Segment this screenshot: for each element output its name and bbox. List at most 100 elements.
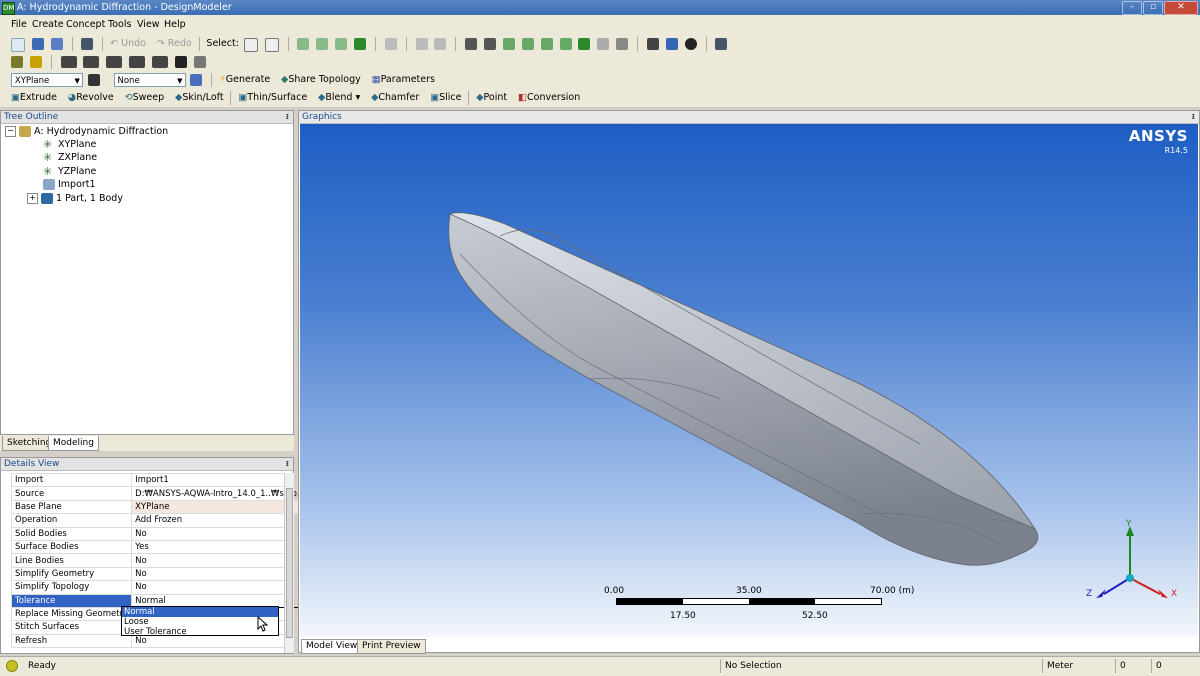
extend-selection-icon[interactable] xyxy=(384,38,397,50)
details-row[interactable]: Simplify Geometry No xyxy=(10,566,316,582)
point-display-icon[interactable] xyxy=(684,38,697,50)
save-as-icon[interactable] xyxy=(50,38,63,50)
details-row[interactable]: Base Plane XYPlane xyxy=(10,499,316,515)
tree-item-xyplane[interactable]: ✳ XYPlane xyxy=(43,138,96,151)
help-cursor-icon[interactable] xyxy=(715,38,728,50)
parameters-button[interactable]: ▦Parameters xyxy=(372,73,435,87)
zoom-icon[interactable] xyxy=(502,38,515,50)
point-button[interactable]: ◆Point xyxy=(476,91,507,105)
details-row-label: Refresh xyxy=(10,633,133,649)
select-pointer-icon[interactable] xyxy=(243,38,258,52)
zoom-out-icon[interactable] xyxy=(597,38,610,50)
select-face-icon[interactable] xyxy=(335,38,348,50)
menu-create[interactable]: Create xyxy=(29,15,67,35)
share-topology-button[interactable]: ◆Share Topology xyxy=(281,73,361,87)
minimize-button[interactable]: – xyxy=(1122,1,1142,15)
pan-icon[interactable] xyxy=(484,38,497,50)
camera-icon[interactable] xyxy=(81,38,94,50)
details-row[interactable]: Surface Bodies Yes xyxy=(10,539,316,555)
face-filter-icon[interactable] xyxy=(10,56,23,68)
graphics-viewport[interactable]: ANSYS R14.5 0.00 35.00 70.00 (m) 17.50 5… xyxy=(300,124,1198,637)
slice-button[interactable]: ▣Slice xyxy=(430,91,461,105)
plane-select[interactable]: XYPlane ▼ xyxy=(10,73,83,87)
conversion-button[interactable]: ◧Conversion xyxy=(518,91,580,105)
details-row-label: Import xyxy=(10,472,133,488)
tree-item-import1[interactable]: Import1 xyxy=(43,178,96,191)
pin-icon[interactable]: ᵻ xyxy=(286,111,289,124)
dropdown-option-user-tolerance[interactable]: User Tolerance xyxy=(122,627,278,637)
tree-item-yzplane[interactable]: ✳ YZPlane xyxy=(43,165,96,178)
tree-item-parts[interactable]: + 1 Part, 1 Body xyxy=(27,192,123,205)
thin-surface-button[interactable]: ▣Thin/Surface xyxy=(238,91,307,105)
zoom-box-icon[interactable] xyxy=(521,38,534,50)
tab-model-view[interactable]: Model View xyxy=(301,639,363,654)
pin-icon[interactable]: ᵻ xyxy=(286,458,289,471)
triad-icon[interactable] xyxy=(646,38,659,50)
expand-icon[interactable]: + xyxy=(27,193,38,204)
pin-tool-icon[interactable] xyxy=(174,56,187,68)
tab-print-preview[interactable]: Print Preview xyxy=(357,639,426,654)
close-button[interactable]: ✕ xyxy=(1164,1,1198,15)
curve-tool-icon[interactable] xyxy=(106,56,123,68)
magnifier-icon[interactable] xyxy=(559,38,572,50)
spline-tool-icon[interactable] xyxy=(152,56,168,68)
generate-button[interactable]: ⚡Generate xyxy=(219,73,270,87)
chamfer-label: Chamfer xyxy=(378,92,420,103)
arc-tool-icon[interactable] xyxy=(129,56,146,68)
scrollbar-thumb[interactable] xyxy=(286,488,293,638)
details-row[interactable]: Operation Add Frozen xyxy=(10,513,316,528)
new-plane-icon[interactable] xyxy=(87,74,100,86)
select-edge-icon[interactable] xyxy=(316,38,329,50)
skinloft-button[interactable]: ◆Skin/Loft xyxy=(175,91,224,105)
edge-filter-icon[interactable] xyxy=(29,56,42,68)
select-label: Select: xyxy=(206,38,239,49)
zoom-fit-icon[interactable] xyxy=(540,38,553,50)
ship-hull-model[interactable] xyxy=(300,124,1198,637)
redo-button[interactable]: ↷ Redo xyxy=(157,37,192,51)
undo-button[interactable]: ↶ Undo xyxy=(110,37,146,51)
new-sketch-icon[interactable] xyxy=(190,74,203,86)
dropdown-option-normal[interactable]: Normal xyxy=(122,607,278,617)
chamfer-button[interactable]: ◆Chamfer xyxy=(371,91,419,105)
tree-item-zxplane[interactable]: ✳ ZXPlane xyxy=(43,151,97,164)
polyline-tool-icon[interactable] xyxy=(83,56,100,68)
blend-button[interactable]: ◆Blend ▾ xyxy=(318,91,360,105)
details-row[interactable]: Simplify Topology No xyxy=(10,580,316,595)
slice-label: Slice xyxy=(439,92,462,103)
expand-icon[interactable] xyxy=(415,38,428,50)
save-icon[interactable] xyxy=(31,38,44,50)
shrink-icon[interactable] xyxy=(434,38,447,50)
sketch-select[interactable]: None ▼ xyxy=(113,73,186,87)
iso-view-icon[interactable] xyxy=(616,38,629,50)
menu-file[interactable]: File xyxy=(8,15,30,35)
rotate-icon[interactable] xyxy=(465,38,478,50)
details-row[interactable]: Import Import1 xyxy=(10,472,316,488)
dimension-tool-icon[interactable] xyxy=(193,56,206,68)
details-row[interactable]: Solid Bodies No xyxy=(10,526,316,541)
details-row[interactable]: Line Bodies No xyxy=(10,553,316,568)
menu-view[interactable]: View xyxy=(134,15,163,35)
tab-modeling[interactable]: Modeling xyxy=(48,436,99,451)
maximize-button[interactable]: ▫ xyxy=(1143,1,1163,15)
zoom-in-icon[interactable] xyxy=(578,38,591,50)
display-model-icon[interactable] xyxy=(665,38,678,50)
sweep-button[interactable]: ⟲Sweep xyxy=(125,91,165,105)
details-row[interactable]: Source D:₩ANSYS-AQWA-Intro_14.0_1..₩ship.… xyxy=(10,486,316,501)
revolve-button[interactable]: ◕Revolve xyxy=(68,91,114,105)
toolbar-plane: XYPlane ▼ None ▼ ⚡Generate ◆Share Topology… xyxy=(0,71,1200,90)
pin-icon[interactable]: ᵻ xyxy=(1192,111,1195,124)
dropdown-option-loose[interactable]: Loose xyxy=(122,617,278,627)
select-mode-icon[interactable] xyxy=(264,38,279,52)
select-body-icon[interactable] xyxy=(354,38,367,50)
details-scrollbar[interactable] xyxy=(284,473,294,653)
new-icon[interactable] xyxy=(10,38,25,52)
tree-root[interactable]: − A: Hydrodynamic Diffraction xyxy=(5,125,168,138)
details-row-label: Surface Bodies xyxy=(10,539,133,555)
line-tool-icon[interactable] xyxy=(60,56,77,68)
select-vertex-icon[interactable] xyxy=(297,38,310,50)
extrude-button[interactable]: ▣Extrude xyxy=(11,91,57,105)
menu-concept[interactable]: Concept xyxy=(63,15,108,35)
collapse-icon[interactable]: − xyxy=(5,126,16,137)
menu-tools[interactable]: Tools xyxy=(105,15,134,35)
menu-help[interactable]: Help xyxy=(161,15,189,35)
